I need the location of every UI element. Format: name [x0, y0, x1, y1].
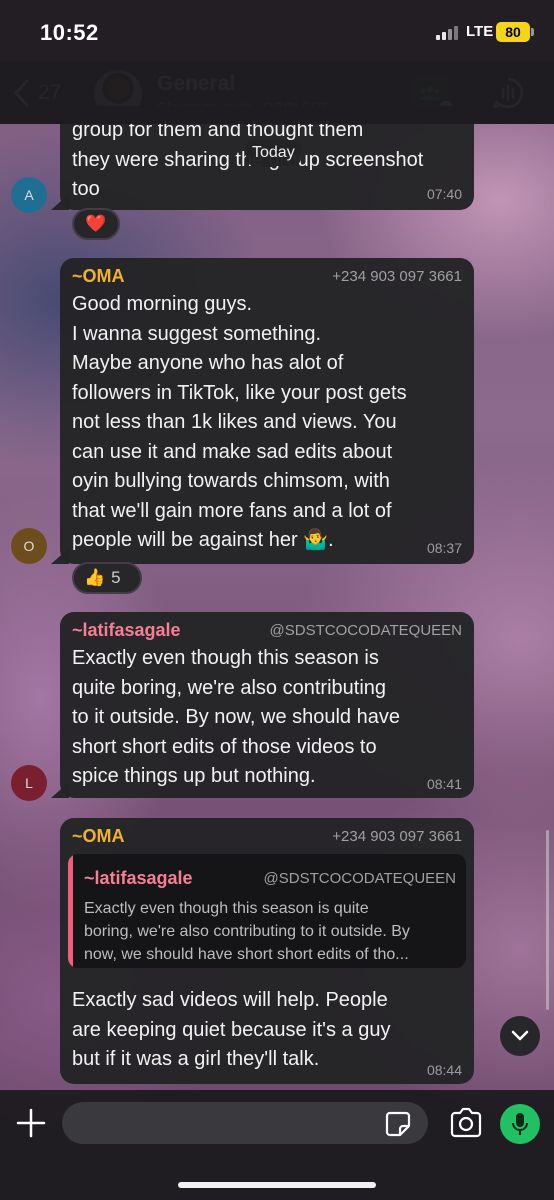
sender-name[interactable]: ~OMA: [72, 826, 125, 847]
chat-title[interactable]: General: [157, 72, 235, 96]
message-bubble[interactable]: ~OMA +234 903 097 3661 ~latifasagale @SD…: [60, 818, 474, 1084]
sender-handle: @SDSTCOCODATEQUEEN: [269, 622, 462, 639]
message-time: 07:40: [426, 186, 462, 202]
date-pill: Today: [246, 140, 301, 166]
message-line: Maybe anyone who has alot of: [72, 352, 344, 374]
voice-record-button[interactable]: [500, 1104, 540, 1144]
unread-count: 27: [38, 81, 62, 104]
message-line: people will be against her 🤷‍♂️.: [72, 529, 334, 551]
message-time: 08:41: [426, 776, 462, 792]
message-line: Exactly sad videos will help. People: [72, 989, 388, 1011]
message-line: not less than 1k likes and views. You: [72, 411, 397, 433]
chevron-left-icon: [14, 79, 29, 107]
message-line: quite boring, we're also contributing: [72, 676, 387, 699]
mic-icon: [512, 1113, 528, 1135]
sender-name[interactable]: ~latifasagale: [72, 620, 181, 641]
quoted-message[interactable]: ~latifasagale @SDSTCOCODATEQUEEN Exactly…: [68, 854, 466, 968]
quote-handle: @SDSTCOCODATEQUEEN: [263, 870, 456, 887]
sticker-button[interactable]: [384, 1110, 412, 1138]
quote-sender: ~latifasagale: [84, 868, 193, 888]
sender-phone: +234 903 097 3661: [332, 268, 462, 285]
message-text: Exactly sad videos will help. People are…: [72, 986, 462, 1075]
message-line: too: [72, 178, 100, 200]
message-time: 08:37: [426, 540, 462, 556]
community-icon: [419, 85, 441, 100]
message-line: to it outside. By now, we should have: [72, 706, 400, 728]
sender-avatar[interactable]: O: [11, 528, 47, 564]
poll-icon: [492, 77, 523, 109]
signal-icon: [436, 26, 458, 40]
heart-icon: ❤️: [85, 214, 107, 233]
message-line: spice things up but nothing.: [72, 765, 316, 787]
message-line: Exactly even though this season is: [72, 647, 379, 669]
sender-avatar[interactable]: L: [11, 765, 47, 801]
quote-line: boring, we're also contributing to it ou…: [84, 923, 410, 940]
quote-line: Exactly even though this season is quite: [84, 900, 369, 917]
network-type: LTE: [466, 23, 494, 40]
message-time: 08:44: [426, 1062, 462, 1078]
back-button[interactable]: 27: [12, 76, 82, 110]
sticker-icon: [385, 1111, 411, 1137]
message-line: are keeping quiet because it's a guy: [72, 1018, 391, 1041]
message-line: but if it was a girl they'll talk.: [72, 1048, 320, 1070]
camera-button[interactable]: [448, 1106, 484, 1140]
message-text: Good morning guys. I wanna suggest somet…: [72, 290, 462, 556]
sender-name[interactable]: ~OMA: [72, 266, 125, 287]
plus-icon: [16, 1108, 46, 1138]
attach-button[interactable]: [14, 1106, 48, 1140]
voice-chat-button[interactable]: [490, 75, 526, 111]
message-bubble[interactable]: ~latifasagale @SDSTCOCODATEQUEEN Exactly…: [60, 612, 474, 798]
message-line: can use it and make sad edits about: [72, 440, 393, 463]
sender-phone: +234 903 097 3661: [332, 828, 462, 845]
scrollbar[interactable]: [546, 830, 549, 1010]
sender-avatar[interactable]: A: [11, 177, 47, 213]
message-bubble[interactable]: ~OMA +234 903 097 3661 Good morning guys…: [60, 258, 474, 564]
message-line: short short edits of those videos to: [72, 735, 377, 758]
community-button[interactable]: [412, 74, 455, 117]
reaction-count: 5: [111, 568, 121, 587]
camera-icon: [450, 1107, 482, 1138]
message-line: oyin bullying towards chimsom, with: [72, 470, 390, 492]
status-bar: 10:52 LTE 80: [0, 0, 554, 62]
home-indicator[interactable]: [178, 1182, 376, 1188]
reaction-pill[interactable]: ❤️: [72, 208, 120, 240]
quote-line: now, we should have short short edits of…: [84, 946, 409, 963]
reaction-pill[interactable]: 👍 5: [72, 562, 142, 594]
message-line: Good morning guys.: [72, 293, 253, 315]
thumbs-up-icon: 👍: [84, 568, 106, 587]
message-line: that we'll gain more fans and a lot of: [72, 499, 392, 522]
message-input[interactable]: [62, 1102, 428, 1144]
message-text: Exactly even though this season is quite…: [72, 644, 462, 792]
chevron-down-icon: [511, 1030, 529, 1041]
quote-bar: [68, 854, 73, 968]
message-line: followers in TikTok, like your post gets: [72, 381, 407, 404]
battery-icon: 80: [496, 22, 534, 42]
status-time: 10:52: [40, 20, 99, 45]
message-line: I wanna suggest something.: [72, 322, 322, 345]
scroll-to-bottom-button[interactable]: [500, 1016, 540, 1056]
quote-text: Exactly even though this season is quite…: [84, 897, 452, 966]
